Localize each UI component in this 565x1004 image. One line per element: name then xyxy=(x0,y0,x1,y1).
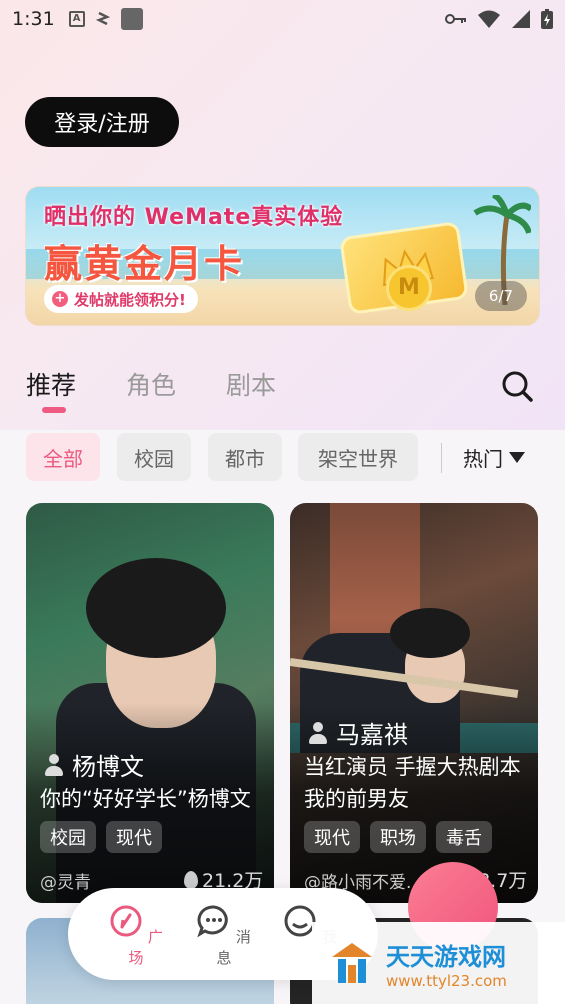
flame-icon xyxy=(184,870,198,889)
accessibility-icon: A xyxy=(68,11,85,27)
filter-chip-fantasy[interactable]: 架空世界 xyxy=(298,433,418,481)
story-card[interactable]: 马嘉祺 当红演员 手握大热剧本 我的前男友 现代 职场 毒舌 @路小雨不爱...… xyxy=(290,503,538,903)
signal-icon xyxy=(512,10,530,28)
banner-page-indicator: 6/7 xyxy=(475,281,527,311)
tab-characters[interactable]: 角色 xyxy=(126,366,176,402)
chat-icon xyxy=(197,905,228,938)
sort-dropdown[interactable]: 热门 xyxy=(463,443,525,472)
coin-icon: M xyxy=(386,265,432,311)
card-tag: 毒舌 xyxy=(436,821,492,853)
banner-headline: 晒出你的 WeMate真实体验 xyxy=(44,205,344,230)
card-portrait-hair xyxy=(86,558,226,658)
search-icon[interactable] xyxy=(501,370,533,402)
card-portrait-hair xyxy=(390,608,470,658)
card-description: 你的“好好学长”杨博文 xyxy=(40,787,251,811)
filter-chip-campus[interactable]: 校园 xyxy=(117,433,191,481)
card-character-name: 杨博文 xyxy=(72,753,144,781)
watermark-logo-icon xyxy=(332,943,372,983)
watermark-title: 天天游戏网 xyxy=(386,942,506,971)
card-author: @灵青 xyxy=(40,873,91,893)
card-tag: 现代 xyxy=(304,821,360,853)
banner-subtitle-text: 发帖就能领积分! xyxy=(74,290,186,309)
nav-plaza[interactable]: 广场 xyxy=(106,904,166,968)
caret-down-icon xyxy=(509,452,525,463)
notification-icon xyxy=(95,11,110,26)
card-tag: 职场 xyxy=(370,821,426,853)
person-icon xyxy=(308,721,328,744)
status-time: 1:31 xyxy=(12,8,55,30)
tab-indicator xyxy=(42,407,66,413)
banner-subtitle: + 发帖就能领积分! xyxy=(44,285,198,313)
filter-chip-city[interactable]: 都市 xyxy=(208,433,282,481)
card-character: 马嘉祺 xyxy=(308,715,408,750)
site-watermark: 天天游戏网 www.ttyl23.com xyxy=(312,922,565,1004)
story-card[interactable]: 杨博文 你的“好好学长”杨博文 校园 现代 @灵青 21.2万 xyxy=(26,503,274,903)
vpn-key-icon xyxy=(445,14,466,24)
card-tag: 校园 xyxy=(40,821,96,853)
card-description: 当红演员 手握大热剧本 我的前男友 xyxy=(304,755,521,811)
nav-messages[interactable]: 消息 xyxy=(194,904,254,968)
status-bar: 1:31 A xyxy=(0,0,565,38)
compass-icon xyxy=(110,905,142,937)
sort-label: 热门 xyxy=(463,447,503,471)
plus-icon: + xyxy=(52,291,68,307)
promo-banner[interactable]: M 晒出你的 WeMate真实体验 赢黄金月卡 + 发帖就能领积分! xyxy=(25,186,540,326)
card-tag: 现代 xyxy=(106,821,162,853)
card-character-name: 马嘉祺 xyxy=(336,721,408,749)
battery-icon xyxy=(541,9,553,29)
filter-chip-all[interactable]: 全部 xyxy=(26,433,100,481)
card-character: 杨博文 xyxy=(44,747,144,782)
tab-recommend[interactable]: 推荐 xyxy=(26,366,76,402)
wifi-icon xyxy=(478,10,500,28)
watermark-url: www.ttyl23.com xyxy=(386,971,507,990)
banner-main-title: 赢黄金月卡 xyxy=(44,242,245,286)
app-notification-icon xyxy=(120,8,143,30)
login-register-button[interactable]: 登录/注册 xyxy=(25,97,179,147)
person-icon xyxy=(44,753,64,776)
filter-divider xyxy=(441,443,442,473)
tab-scripts[interactable]: 剧本 xyxy=(226,366,276,402)
